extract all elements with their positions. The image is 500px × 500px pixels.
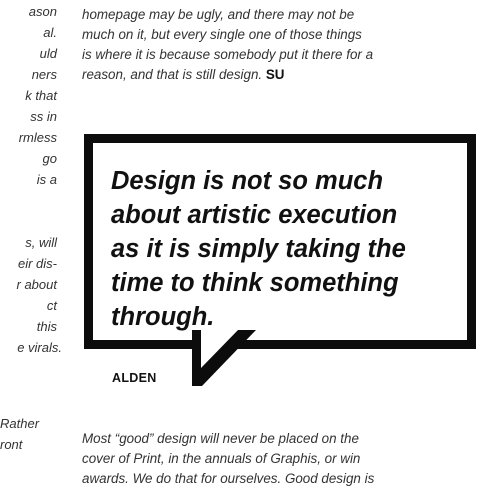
left-column-cropped-text: ason al. uld ners k that ss in rmless go…	[0, 0, 66, 500]
left-fragment: rmless	[18, 130, 57, 145]
left-fragment: r about	[16, 277, 57, 292]
paragraph-line-last: reason, and that is still design. SU	[82, 65, 492, 85]
pull-quote-line: Design is not so much	[111, 167, 384, 195]
speech-bubble-tail	[192, 330, 256, 386]
pull-quote-line: as it is simply taking the	[111, 235, 406, 263]
pull-quote-line: through.	[111, 303, 215, 331]
pull-quote-box: Design is not so much about artistic exe…	[84, 134, 476, 349]
left-fragment: go	[42, 151, 57, 166]
pull-quote-line: time to think something	[111, 269, 399, 297]
paragraph-line: much on it, but every single one of thos…	[82, 27, 362, 42]
left-fragment: this	[36, 319, 57, 334]
paragraph-line: is where it is because somebody put it t…	[82, 47, 374, 62]
pull-quote-text: Design is not so much about artistic exe…	[111, 164, 406, 334]
bottom-paragraph: Most “good” design will never be placed …	[82, 429, 492, 489]
author-initials: SU	[265, 67, 285, 82]
left-fragment: ners	[31, 67, 57, 82]
left-fragment: Rather	[0, 416, 40, 431]
left-fragment: eir dis-	[17, 256, 57, 271]
left-fragment: al.	[43, 25, 57, 40]
left-fragment: uld	[39, 46, 57, 61]
left-fragment: e virals.	[17, 340, 62, 355]
left-fragment: ct	[46, 298, 57, 313]
left-fragment: ason	[28, 4, 57, 19]
paragraph-line: awards. We do that for ourselves. Good d…	[82, 471, 375, 486]
paragraph-line: homepage may be ugly, and there may not …	[82, 7, 355, 22]
left-fragment: is a	[36, 172, 57, 187]
pull-quote-line: about artistic execution	[111, 201, 398, 229]
left-fragment: ront	[0, 437, 23, 452]
paragraph-line-text: reason, and that is still design.	[82, 67, 263, 82]
left-fragment: s, will	[25, 235, 57, 250]
quote-author: ALDEN	[112, 371, 157, 385]
top-paragraph: homepage may be ugly, and there may not …	[82, 5, 492, 85]
left-fragment: k that	[25, 88, 57, 103]
paragraph-line: Most “good” design will never be placed …	[82, 431, 359, 446]
paragraph-line: cover of Print, in the annuals of Graphi…	[82, 451, 361, 466]
left-fragment: ss in	[30, 109, 57, 124]
